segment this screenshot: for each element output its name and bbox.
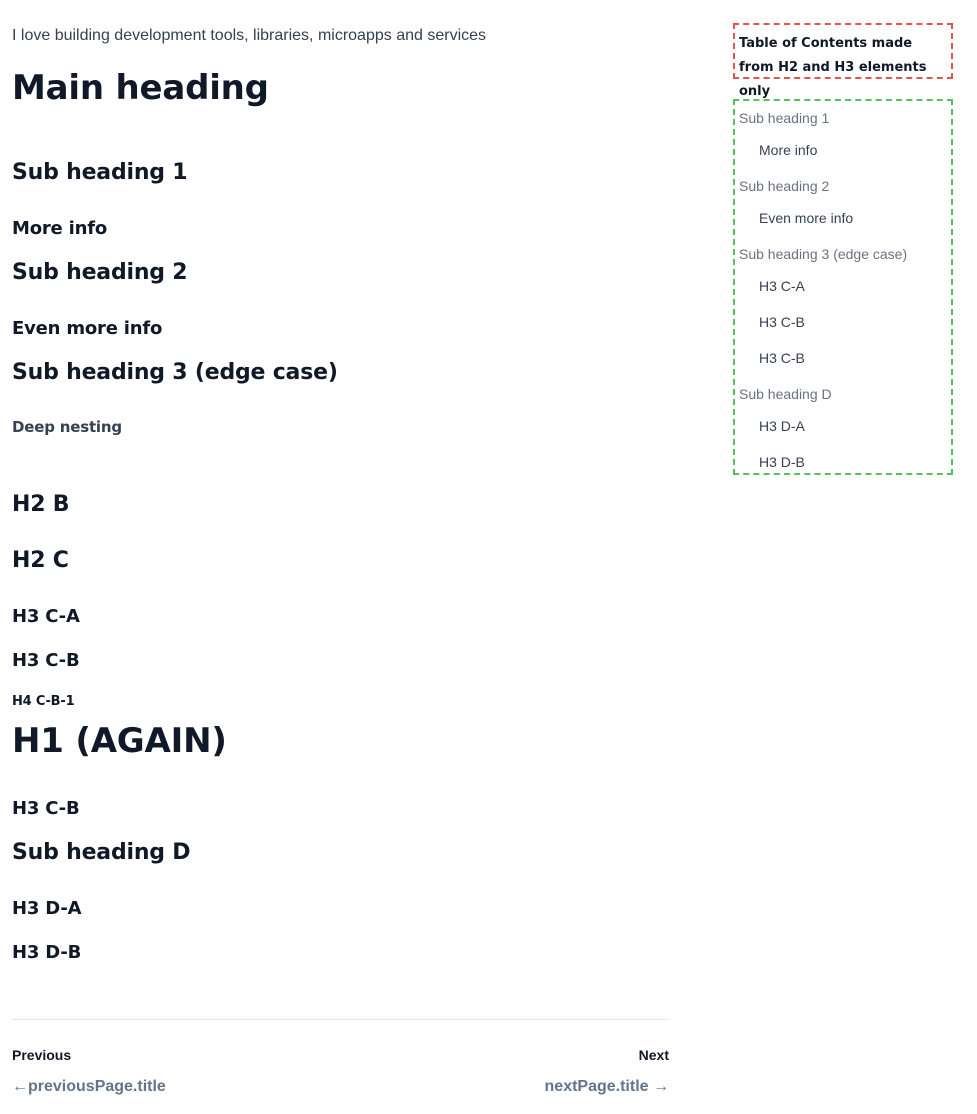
toc-item-h3-c-a[interactable]: H3 C-A	[759, 278, 805, 294]
tagline: I love building development tools, libra…	[12, 27, 487, 44]
arrow-right-icon: →	[653, 1078, 669, 1095]
toc-note: Table of Contents made from H2 and H3 el…	[733, 23, 953, 99]
toc-item-sub-heading-d[interactable]: Sub heading D	[739, 386, 832, 402]
previous-label: Previous	[12, 1047, 72, 1063]
toc-item-h3-c-b[interactable]: H3 C-B	[759, 314, 805, 330]
heading-h3-d-b: H3 D-B	[12, 942, 82, 963]
toc-item-h3-d-a[interactable]: H3 D-A	[759, 418, 805, 434]
next-page-link[interactable]: nextPage.title →	[545, 1078, 669, 1096]
toc-item-sub-heading-3[interactable]: Sub heading 3 (edge case)	[739, 246, 907, 262]
toc-item-sub-heading-2[interactable]: Sub heading 2	[739, 178, 829, 194]
toc-item-more-info[interactable]: More info	[759, 142, 817, 158]
heading-more-info: More info	[12, 218, 108, 239]
heading-h1-again: H1 (AGAIN)	[12, 721, 227, 761]
heading-h4-c-b-1: H4 C-B-1	[12, 694, 75, 709]
heading-deep-nesting: Deep nesting	[12, 418, 122, 436]
heading-h3-c-b-2: H3 C-B	[12, 798, 80, 819]
table-of-contents: Sub heading 1 More info Sub heading 2 Ev…	[733, 99, 953, 475]
previous-page-link[interactable]: ←previousPage.title	[12, 1078, 166, 1096]
pager-divider	[12, 1019, 669, 1020]
heading-h3-c-a: H3 C-A	[12, 606, 80, 627]
arrow-left-icon: ←	[12, 1078, 28, 1095]
heading-h2-c: H2 C	[12, 548, 69, 573]
next-label: Next	[638, 1047, 669, 1063]
previous-page-title: previousPage.title	[28, 1078, 166, 1095]
heading-h3-c-b: H3 C-B	[12, 650, 80, 671]
heading-sub-1: Sub heading 1	[12, 160, 188, 185]
heading-main: Main heading	[12, 68, 269, 108]
heading-sub-3: Sub heading 3 (edge case)	[12, 360, 338, 385]
next-page-title: nextPage.title	[544, 1078, 649, 1095]
toc-item-h3-d-b[interactable]: H3 D-B	[759, 454, 805, 470]
heading-even-more-info: Even more info	[12, 318, 163, 339]
heading-sub-d: Sub heading D	[12, 840, 191, 865]
toc-item-sub-heading-1[interactable]: Sub heading 1	[739, 110, 829, 126]
toc-item-h3-c-b-2[interactable]: H3 C-B	[759, 350, 805, 366]
toc-item-even-more-info[interactable]: Even more info	[759, 210, 853, 226]
heading-sub-2: Sub heading 2	[12, 260, 188, 285]
heading-h2-b: H2 B	[12, 492, 70, 517]
heading-h3-d-a: H3 D-A	[12, 898, 82, 919]
